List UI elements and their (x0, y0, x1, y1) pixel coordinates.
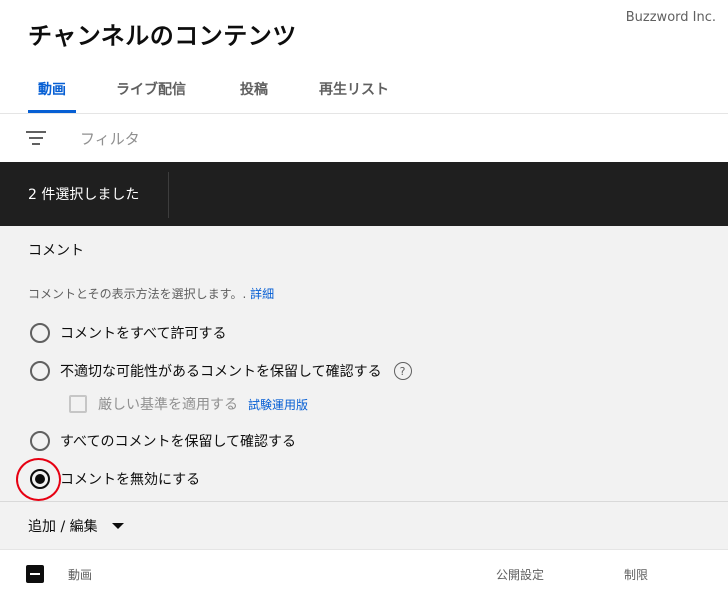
select-all-checkbox[interactable] (26, 565, 44, 583)
selection-bar: 2 件選択しました (0, 162, 728, 226)
caret-down-icon (111, 523, 124, 529)
radio-allow-all[interactable]: コメントをすべて許可する (30, 321, 226, 345)
watermark: Buzzword Inc. (625, 10, 716, 25)
filter-icon[interactable] (26, 129, 46, 147)
comments-description: コメントとその表示方法を選択します。. 詳細 (28, 285, 274, 302)
radio-label: コメントを無効にする (60, 472, 201, 488)
comments-description-text: コメントとその表示方法を選択します。. (28, 287, 247, 301)
radio-hold-all[interactable]: すべてのコメントを保留して確認する (30, 429, 296, 453)
column-header-video[interactable]: 動画 (68, 566, 92, 583)
tab-videos[interactable]: 動画 (38, 79, 66, 99)
page-title: チャンネルのコンテンツ (28, 22, 297, 50)
table-header: 動画 公開設定 制限 (0, 549, 728, 596)
strict-criteria-option[interactable]: 厳しい基準を適用する 試験運用版 (69, 394, 308, 414)
add-edit-dropdown[interactable]: 追加 / 編集 (28, 516, 124, 536)
radio-button[interactable] (30, 431, 50, 451)
divider (168, 172, 169, 218)
filter-bar[interactable]: フィルタ (0, 114, 728, 162)
details-link[interactable]: 詳細 (250, 287, 274, 301)
tab-live[interactable]: ライブ配信 (116, 79, 186, 99)
add-edit-label: 追加 / 編集 (28, 519, 98, 535)
beta-badge[interactable]: 試験運用版 (248, 396, 308, 413)
radio-label: コメントをすべて許可する (60, 326, 227, 342)
radio-hold-inappropriate[interactable]: 不適切な可能性があるコメントを保留して確認する ? (30, 359, 412, 383)
comments-title: コメント (28, 243, 84, 259)
edit-bar: 追加 / 編集 (0, 501, 728, 549)
active-tab-indicator (28, 110, 76, 113)
tab-bar: 動画 ライブ配信 投稿 再生リスト (0, 64, 728, 114)
radio-button[interactable] (30, 361, 50, 381)
column-header-restrictions[interactable]: 制限 (624, 566, 648, 583)
help-icon[interactable]: ? (393, 362, 412, 380)
comments-panel: コメント コメントとその表示方法を選択します。. 詳細 コメントをすべて許可する… (0, 226, 728, 501)
filter-input[interactable]: フィルタ (80, 128, 140, 149)
tab-playlists[interactable]: 再生リスト (319, 79, 389, 99)
selection-count: 2 件選択しました (28, 187, 140, 203)
column-header-visibility[interactable]: 公開設定 (496, 566, 544, 583)
radio-label: すべてのコメントを保留して確認する (60, 434, 297, 450)
radio-button[interactable] (30, 323, 50, 343)
tab-posts[interactable]: 投稿 (240, 79, 268, 99)
radio-label: 不適切な可能性があるコメントを保留して確認する (60, 364, 382, 380)
checkbox-label: 厳しい基準を適用する (98, 397, 238, 413)
strict-criteria-checkbox[interactable] (69, 395, 87, 413)
highlight-annotation (16, 458, 61, 501)
